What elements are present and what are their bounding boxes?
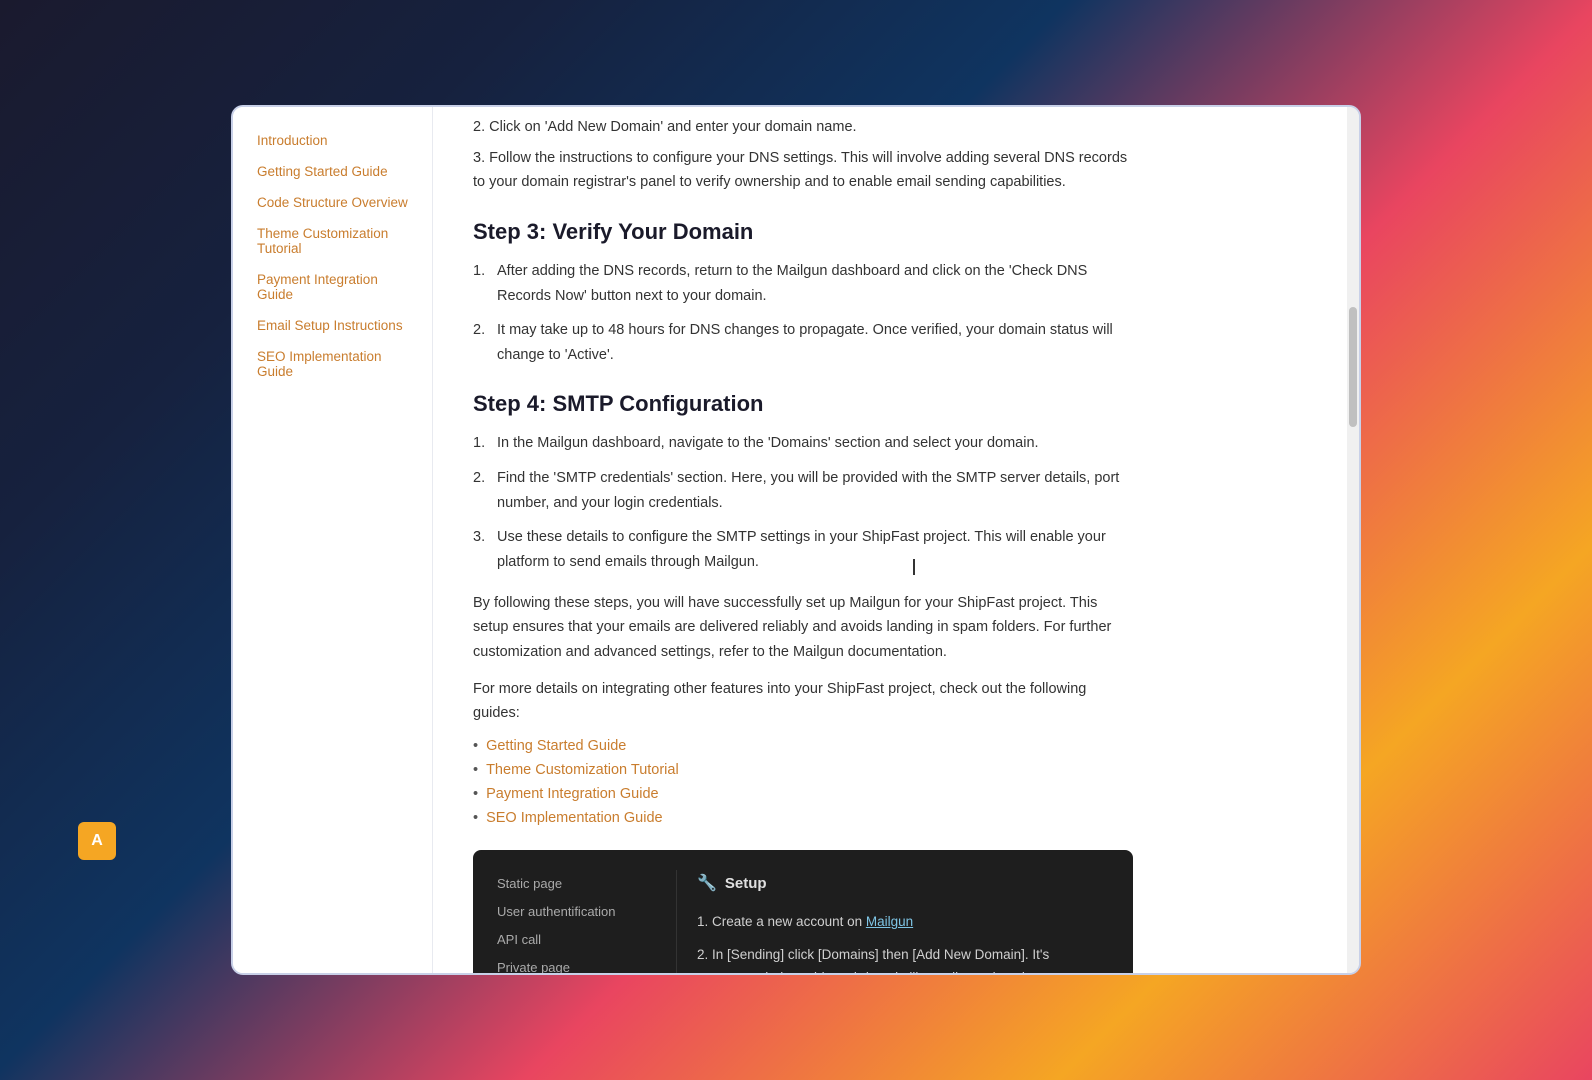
code-block-inner: Static page User authentification API ca… xyxy=(497,870,1109,973)
guide-link-payment[interactable]: Payment Integration Guide xyxy=(473,786,1133,802)
step4-heading: Step 4: SMTP Configuration xyxy=(473,391,1133,417)
code-header-title: Setup xyxy=(725,871,767,897)
code-sidebar-static[interactable]: Static page xyxy=(497,870,660,898)
step3-item-2: 2. It may take up to 48 hours for DNS ch… xyxy=(473,318,1133,367)
code-main: 🔧 Setup 1. Create a new account on Mailg… xyxy=(677,870,1109,973)
code-sidebar-api[interactable]: API call xyxy=(497,926,660,954)
step3-heading: Step 3: Verify Your Domain xyxy=(473,219,1133,245)
prose-2: For more details on integrating other fe… xyxy=(473,677,1133,726)
code-header: 🔧 Setup xyxy=(697,870,1109,897)
sidebar-item-seo[interactable]: SEO Implementation Guide xyxy=(249,343,416,385)
sidebar-item-introduction[interactable]: Introduction xyxy=(249,127,416,154)
sidebar: Introduction Getting Started Guide Code … xyxy=(233,107,433,973)
step4-list: 1. In the Mailgun dashboard, navigate to… xyxy=(473,431,1133,574)
main-content[interactable]: 2. Click on 'Add New Domain' and enter y… xyxy=(433,107,1359,973)
guide-link-getting-started[interactable]: Getting Started Guide xyxy=(473,738,1133,754)
scrollbar-thumb[interactable] xyxy=(1349,307,1357,427)
guide-links-list: Getting Started Guide Theme Customizatio… xyxy=(473,738,1133,826)
step4-item-1: 1. In the Mailgun dashboard, navigate to… xyxy=(473,431,1133,456)
clipped-item-2: 3. Follow the instructions to configure … xyxy=(473,146,1133,195)
code-sidebar-private[interactable]: Private page xyxy=(497,954,660,973)
mouse-cursor xyxy=(913,559,923,575)
code-block: Static page User authentification API ca… xyxy=(473,850,1133,973)
code-sidebar-auth[interactable]: User authentification xyxy=(497,898,660,926)
sidebar-item-code-structure[interactable]: Code Structure Overview xyxy=(249,189,416,216)
guide-link-seo[interactable]: SEO Implementation Guide xyxy=(473,810,1133,826)
floating-action-button[interactable]: A xyxy=(78,822,116,860)
main-window: Introduction Getting Started Guide Code … xyxy=(231,105,1361,975)
step4-item-3: 3. Use these details to configure the SM… xyxy=(473,525,1133,574)
clipped-content: 2. Click on 'Add New Domain' and enter y… xyxy=(473,107,1133,195)
sidebar-item-theme[interactable]: Theme Customization Tutorial xyxy=(249,220,416,262)
scrollbar-track[interactable] xyxy=(1347,107,1359,973)
clipped-item-1: 2. Click on 'Add New Domain' and enter y… xyxy=(473,115,1133,140)
wrench-icon: 🔧 xyxy=(697,870,717,897)
prose-1: By following these steps, you will have … xyxy=(473,591,1133,665)
code-sidebar[interactable]: Static page User authentification API ca… xyxy=(497,870,677,973)
step4-item-2: 2. Find the 'SMTP credentials' section. … xyxy=(473,466,1133,515)
sidebar-item-payment[interactable]: Payment Integration Guide xyxy=(249,266,416,308)
step3-list: 1. After adding the DNS records, return … xyxy=(473,259,1133,368)
code-step-1: 1. Create a new account on Mailgun xyxy=(697,911,1109,934)
code-step-2: 2. In [Sending] click [Domains] then [Ad… xyxy=(697,944,1109,973)
content-inner: 2. Click on 'Add New Domain' and enter y… xyxy=(473,107,1133,973)
sidebar-item-email[interactable]: Email Setup Instructions xyxy=(249,312,416,339)
step3-item-1: 1. After adding the DNS records, return … xyxy=(473,259,1133,308)
sidebar-item-getting-started[interactable]: Getting Started Guide xyxy=(249,158,416,185)
sidebar-nav: Introduction Getting Started Guide Code … xyxy=(233,127,432,385)
mailgun-link[interactable]: Mailgun xyxy=(866,914,913,929)
guide-link-theme[interactable]: Theme Customization Tutorial xyxy=(473,762,1133,778)
